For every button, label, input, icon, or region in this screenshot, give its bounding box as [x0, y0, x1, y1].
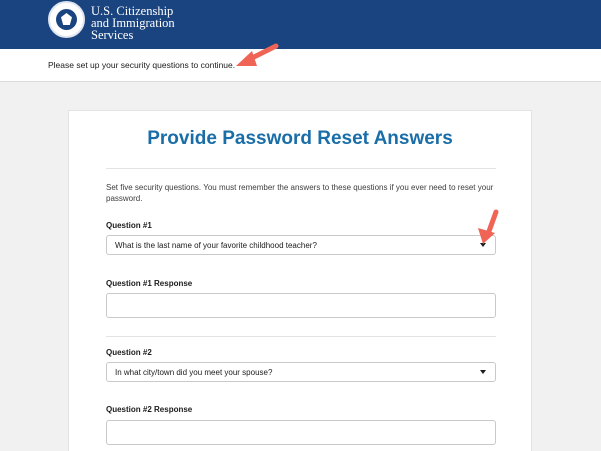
question-1-response-input[interactable]	[106, 293, 496, 318]
annotation-arrow-icon	[478, 209, 499, 244]
question-2-response-input[interactable]	[106, 420, 496, 445]
agency-name[interactable]: U.S. Citizenship and Immigration Service…	[91, 5, 175, 42]
notice-bar: Please set up your security questions to…	[0, 49, 601, 82]
question-2-select[interactable]: In what city/town did you meet your spou…	[106, 362, 496, 382]
dhs-seal-logo	[48, 1, 85, 38]
question-1-response-label: Question #1 Response	[106, 279, 193, 288]
question-2-label: Question #2	[106, 348, 152, 357]
question-2-response-label: Question #2 Response	[106, 405, 193, 414]
question-1-select[interactable]: What is the last name of your favorite c…	[106, 235, 496, 255]
question-2-selected-value: In what city/town did you meet your spou…	[115, 368, 273, 377]
annotation-arrow-icon	[236, 43, 279, 66]
site-header: U.S. Citizenship and Immigration Service…	[0, 0, 601, 49]
question-1-selected-value: What is the last name of your favorite c…	[115, 241, 317, 250]
intro-text: Set five security questions. You must re…	[106, 183, 494, 203]
title-divider	[106, 168, 496, 169]
page-title: Provide Password Reset Answers	[147, 128, 453, 149]
reset-answers-card: Provide Password Reset Answers Set five …	[68, 110, 532, 451]
agency-name-line-3: Services	[91, 28, 134, 42]
chevron-down-icon	[480, 370, 486, 374]
question-divider	[106, 336, 496, 337]
question-1-label: Question #1	[106, 221, 152, 230]
notice-text: Please set up your security questions to…	[48, 60, 236, 70]
